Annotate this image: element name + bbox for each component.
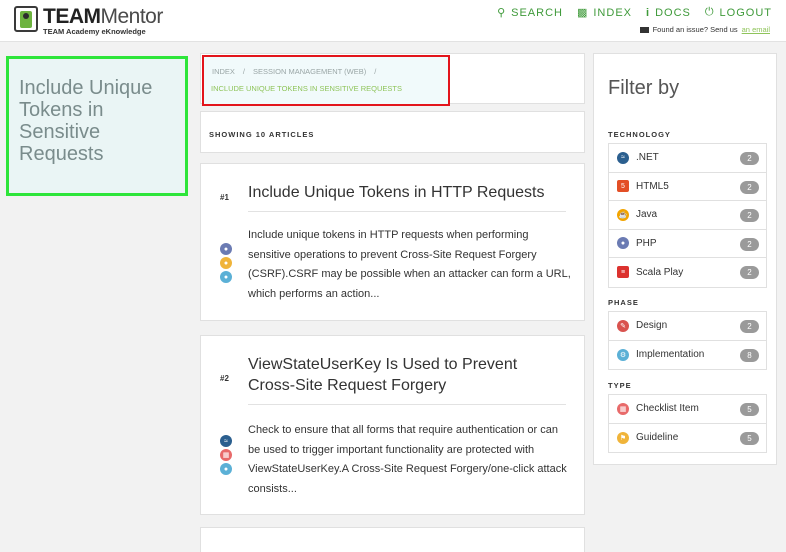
info-icon: i (646, 6, 651, 19)
logo-title-bold: TEAM (43, 5, 101, 28)
nav-search-label: SEARCH (511, 6, 563, 19)
filter-list-phase: ✎ Design 2 ⚙ Implementation 8 (608, 311, 767, 370)
filter-item-label: PHP (636, 237, 657, 249)
divider (248, 211, 566, 212)
nav-search[interactable]: ⚲ SEARCH (497, 6, 563, 20)
filter-panel: Filter by TECHNOLOGY ≈ .NET 2 5 HTML5 2 … (593, 53, 777, 465)
filter-item-java[interactable]: ☕ Java 2 (609, 201, 766, 230)
filter-item-label: Guideline (636, 432, 679, 444)
filter-group-technology: TECHNOLOGY (608, 130, 671, 139)
article-number: #1 (220, 193, 229, 202)
filter-list-type: ▦ Checklist Item 5 ⚑ Guideline 5 (608, 394, 767, 453)
count-badge: 2 (740, 237, 759, 251)
java-icon: ● (220, 257, 232, 269)
article-summary: Check to ensure that all forms that requ… (248, 424, 567, 495)
top-nav: ⚲ SEARCH ▩ INDEX i DOCS ⏻ LOGOUT (497, 6, 772, 19)
page-title: Include Unique Tokens in Sensitive Reque… (19, 77, 153, 165)
nav-logout[interactable]: ⏻ LOGOUT (705, 6, 772, 19)
count-badge: 2 (740, 180, 759, 194)
article-title[interactable]: ViewStateUserKey Is Used to Prevent Cros… (248, 354, 568, 396)
logo-icon (14, 6, 38, 32)
filter-item-label: Design (636, 320, 668, 332)
article-count: SHOWING 10 ARTICLES (209, 130, 315, 139)
implementation-icon: ● (220, 463, 232, 475)
filter-item-checklist[interactable]: ▦ Checklist Item 5 (609, 395, 766, 424)
breadcrumb-index[interactable]: INDEX (212, 67, 235, 76)
search-icon: ⚲ (497, 7, 507, 19)
logo[interactable]: TEAMMentor TEAM Academy eKnowledge (14, 6, 163, 36)
guideline-icon: ⚑ (617, 431, 629, 444)
count-badge: 2 (740, 320, 759, 333)
filter-item-label: .NET (636, 152, 659, 164)
count-badge: 2 (740, 209, 759, 222)
implementation-icon: ⚙ (617, 348, 629, 361)
php-icon: ● (220, 243, 232, 255)
filter-item-label: HTML5 (636, 180, 669, 192)
breadcrumb-separator: / (374, 67, 377, 76)
issue-email-link[interactable]: an email (742, 25, 770, 34)
dotnet-icon: ≈ (617, 151, 629, 164)
filter-item-implementation[interactable]: ⚙ Implementation 8 (609, 340, 766, 369)
filter-group-phase: PHASE (608, 298, 639, 307)
filter-item-label: Checklist Item (636, 403, 699, 415)
breadcrumb-separator: / (242, 67, 246, 76)
dotnet-icon: ≈ (220, 435, 232, 447)
article-tech-icons: ≈ ▦ ● (220, 435, 232, 475)
count-badge: 2 (740, 266, 759, 279)
filter-title: Filter by (608, 77, 680, 99)
page-title-panel: Include Unique Tokens in Sensitive Reque… (6, 56, 188, 196)
filter-list-technology: ≈ .NET 2 5 HTML5 2 ☕ Java 2 ● PHP 2 ≡ Sc… (608, 143, 767, 288)
top-header: TEAMMentor TEAM Academy eKnowledge ⚲ SEA… (0, 0, 786, 42)
nav-logout-label: LOGOUT (719, 6, 772, 19)
logo-subtitle: TEAM Academy eKnowledge (43, 27, 146, 36)
article-card[interactable]: #2 ViewStateUserKey Is Used to Prevent C… (200, 335, 585, 515)
breadcrumb-current: INCLUDE UNIQUE TOKENS IN SENSITIVE REQUE… (211, 84, 403, 93)
logo-title-rest: Mentor (100, 5, 164, 28)
design-icon: ✎ (617, 319, 629, 332)
filter-item-guideline[interactable]: ⚑ Guideline 5 (609, 423, 766, 452)
count-badge: 2 (740, 152, 759, 165)
nav-index[interactable]: ▩ INDEX (576, 6, 632, 20)
filter-item-dotnet[interactable]: ≈ .NET 2 (609, 144, 766, 173)
checklist-icon: ▦ (220, 449, 232, 461)
php-icon: ● (617, 237, 629, 250)
count-badge: 5 (740, 403, 759, 416)
filter-item-html5[interactable]: 5 HTML5 2 (609, 172, 766, 201)
envelope-icon (639, 26, 649, 33)
article-number: #2 (220, 374, 229, 383)
article-tech-icons: ● ● ● (220, 243, 232, 283)
breadcrumb-session-management[interactable]: SESSION MANAGEMENT (WEB) (253, 67, 366, 76)
filter-item-label: Java (636, 209, 658, 221)
nav-index-label: INDEX (593, 6, 632, 19)
java-icon: ☕ (617, 208, 629, 221)
scala-icon: ≡ (617, 266, 629, 279)
count-badge: 8 (740, 348, 759, 362)
power-icon: ⏻ (704, 6, 715, 18)
breadcrumb: INDEX / SESSION MANAGEMENT (WEB) / INCLU… (202, 55, 450, 106)
article-title[interactable]: Include Unique Tokens in HTTP Requests (248, 182, 568, 203)
filter-item-label: Implementation (636, 349, 705, 361)
article-summary: Include unique tokens in HTTP requests w… (248, 229, 571, 300)
filter-item-scala-play[interactable]: ≡ Scala Play 2 (609, 258, 766, 287)
nav-docs-label: DOCS (655, 6, 691, 19)
filter-item-php[interactable]: ● PHP 2 (609, 229, 766, 258)
issue-text: Found an issue? Send us (652, 25, 738, 34)
divider (248, 404, 566, 405)
implementation-icon: ● (220, 271, 232, 283)
folder-icon: ▩ (576, 7, 589, 19)
article-count-bar: SHOWING 10 ARTICLES (200, 111, 585, 153)
article-card[interactable] (200, 527, 585, 552)
nav-docs[interactable]: i DOCS (646, 6, 691, 19)
checklist-icon: ▦ (617, 402, 629, 415)
filter-item-label: Scala Play (636, 266, 684, 278)
filter-item-design[interactable]: ✎ Design 2 (609, 312, 766, 341)
filter-group-type: TYPE (608, 381, 632, 390)
article-card[interactable]: #1 Include Unique Tokens in HTTP Request… (200, 163, 585, 321)
issue-notice: Found an issue? Send us an email (639, 25, 770, 34)
html5-icon: 5 (617, 180, 629, 193)
count-badge: 5 (740, 431, 759, 445)
